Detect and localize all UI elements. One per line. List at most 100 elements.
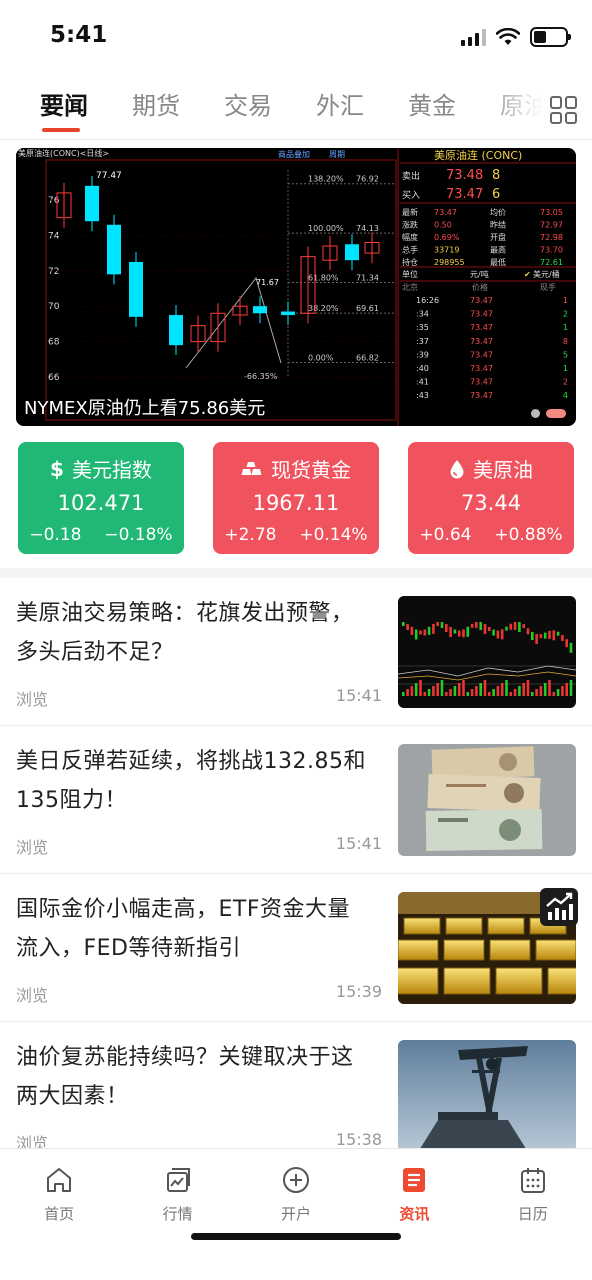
status-time: 5:41 bbox=[50, 22, 108, 48]
nav-label: 日历 bbox=[517, 1205, 548, 1223]
banner-carousel[interactable]: 美原油连(CONC)<日线> 商品叠加 周期 76 74 72 70 68 66 138.… bbox=[16, 148, 576, 426]
card-us-crude[interactable]: 美原油 73.44 +0.64 +0.88% bbox=[408, 442, 574, 554]
nav-calendar[interactable]: 日历 bbox=[488, 1163, 578, 1224]
card-title: 现货黄金 bbox=[271, 458, 351, 482]
home-icon bbox=[47, 1168, 72, 1192]
dollar-icon: $ bbox=[50, 456, 64, 481]
fib-label: 0.00% bbox=[308, 353, 334, 362]
thumb-candle bbox=[505, 626, 508, 631]
carousel-dot[interactable] bbox=[531, 409, 540, 418]
news-source: 浏览 bbox=[16, 690, 49, 709]
fib-label: 61.80% bbox=[308, 273, 339, 282]
news-item[interactable]: 美日反弹若延续，将挑战132.85和135阻力！ 浏览 15:41 bbox=[0, 726, 592, 874]
card-change: +2.78 bbox=[224, 525, 277, 545]
thumb-candle bbox=[539, 634, 543, 639]
oil-drop-icon bbox=[450, 459, 464, 478]
thumb-candle bbox=[462, 629, 465, 638]
card-percent: +0.88% bbox=[494, 525, 563, 545]
tick-qty: 2 bbox=[563, 310, 568, 319]
card-spot-gold[interactable]: 现货黄金 1967.11 +2.78 +0.14% bbox=[213, 442, 379, 554]
candle bbox=[85, 185, 99, 222]
nav-open-account[interactable]: 开户 bbox=[251, 1163, 341, 1224]
tick-qty: 1 bbox=[563, 364, 568, 373]
price-level-label: 76 bbox=[48, 196, 60, 206]
card-value: 102.471 bbox=[57, 491, 145, 515]
plus-circle-icon bbox=[282, 1167, 309, 1193]
chart-trend-icon[interactable] bbox=[540, 888, 578, 926]
thumb-candle bbox=[483, 624, 487, 635]
tick-price: 73.47 bbox=[470, 364, 493, 373]
bottom-nav: 首页 行情 开户 资讯 日历 bbox=[0, 1148, 592, 1280]
fib-value: 76.92 bbox=[356, 175, 379, 184]
nav-home[interactable]: 首页 bbox=[14, 1163, 104, 1224]
tick-time: 16:26 bbox=[416, 296, 439, 305]
battery-icon bbox=[530, 27, 571, 47]
tab-gold[interactable]: 黄金 bbox=[386, 84, 478, 136]
svg-text:6: 6 bbox=[492, 187, 500, 202]
candle bbox=[107, 224, 121, 275]
tick-price: 73.47 bbox=[470, 310, 493, 319]
news-source: 浏览 bbox=[16, 986, 49, 1005]
thumb-candle bbox=[518, 622, 521, 633]
svg-text:美元/桶: 美元/桶 bbox=[533, 269, 560, 279]
wifi-icon bbox=[496, 28, 520, 45]
thumb-candle bbox=[526, 628, 530, 635]
tick-time: :39 bbox=[416, 350, 429, 359]
thumb-candle bbox=[406, 623, 409, 630]
news-thumbnail-chart bbox=[398, 596, 576, 708]
candle bbox=[169, 315, 183, 346]
market-icon bbox=[166, 1168, 190, 1192]
price-level-label: 66 bbox=[48, 373, 60, 383]
thumb-candle bbox=[457, 630, 461, 637]
thumb-candle bbox=[440, 622, 444, 629]
tick-header: 北京 bbox=[402, 282, 418, 292]
svg-text:卖出: 卖出 bbox=[402, 170, 420, 182]
card-dollar-index[interactable]: $ 美元指数 102.471 −0.18 −0.18% bbox=[18, 442, 184, 554]
news-time: 15:41 bbox=[335, 686, 382, 705]
thumb-candle bbox=[565, 639, 568, 648]
tick-header: 现手 bbox=[540, 282, 556, 292]
tab-futures[interactable]: 期货 bbox=[110, 84, 202, 136]
thumb-candle bbox=[449, 626, 452, 637]
candle bbox=[253, 306, 267, 314]
tick-qty: 1 bbox=[563, 323, 568, 332]
sell-price: 73.48 bbox=[446, 168, 483, 183]
stat-label: 昨结 bbox=[490, 220, 506, 230]
thumb-candle bbox=[470, 623, 474, 628]
status-icons bbox=[461, 24, 571, 50]
stat-value: 0.69% bbox=[434, 233, 460, 242]
thumb-candle bbox=[496, 630, 500, 639]
thumb-candle bbox=[569, 642, 573, 653]
nav-news[interactable]: 资讯 bbox=[369, 1163, 459, 1224]
chart-link-overlay: 商品叠加 bbox=[278, 149, 310, 159]
tab-grid-icon[interactable] bbox=[550, 96, 578, 124]
tick-qty: 2 bbox=[563, 378, 568, 387]
stat-value: 0.50 bbox=[434, 221, 452, 230]
stat-value: 72.98 bbox=[540, 233, 563, 242]
price-level-label: 72 bbox=[48, 267, 59, 277]
stat-value: 72.61 bbox=[540, 258, 563, 267]
thumb-candle bbox=[479, 622, 482, 631]
nav-market[interactable]: 行情 bbox=[133, 1163, 223, 1224]
fib-value: 71.34 bbox=[356, 273, 379, 282]
chart-title: 美原油连(CONC)<日线> bbox=[18, 148, 109, 158]
card-percent: −0.18% bbox=[104, 525, 173, 545]
thumb-candle bbox=[436, 621, 439, 626]
stat-label: 持仓 bbox=[402, 257, 418, 267]
fib-value: 66.82 bbox=[356, 353, 379, 362]
price-level-label: 70 bbox=[48, 302, 60, 312]
carousel-dot-active[interactable] bbox=[546, 409, 566, 418]
news-item[interactable]: 美原油交易策略：花旗发出预警，多头后劲不足？ 浏览 15:41 bbox=[0, 578, 592, 726]
news-title: 美日反弹若延续，将挑战132.85和135阻力！ bbox=[16, 749, 366, 813]
fib-label: 138.20% bbox=[308, 175, 344, 184]
carousel-dots bbox=[531, 409, 566, 418]
tick-qty: 5 bbox=[563, 350, 568, 359]
tick-qty: 1 bbox=[563, 296, 568, 305]
news-icon bbox=[403, 1168, 426, 1192]
tab-trading[interactable]: 交易 bbox=[202, 84, 294, 136]
news-item[interactable]: 国际金价小幅走高，ETF资金大量流入，FED等待新指引 浏览 15:39 bbox=[0, 874, 592, 1022]
tab-yaowen[interactable]: 要闻 bbox=[18, 84, 110, 136]
tab-forex[interactable]: 外汇 bbox=[294, 84, 386, 136]
tick-time: :35 bbox=[416, 323, 429, 332]
card-value: 1967.11 bbox=[252, 491, 340, 515]
